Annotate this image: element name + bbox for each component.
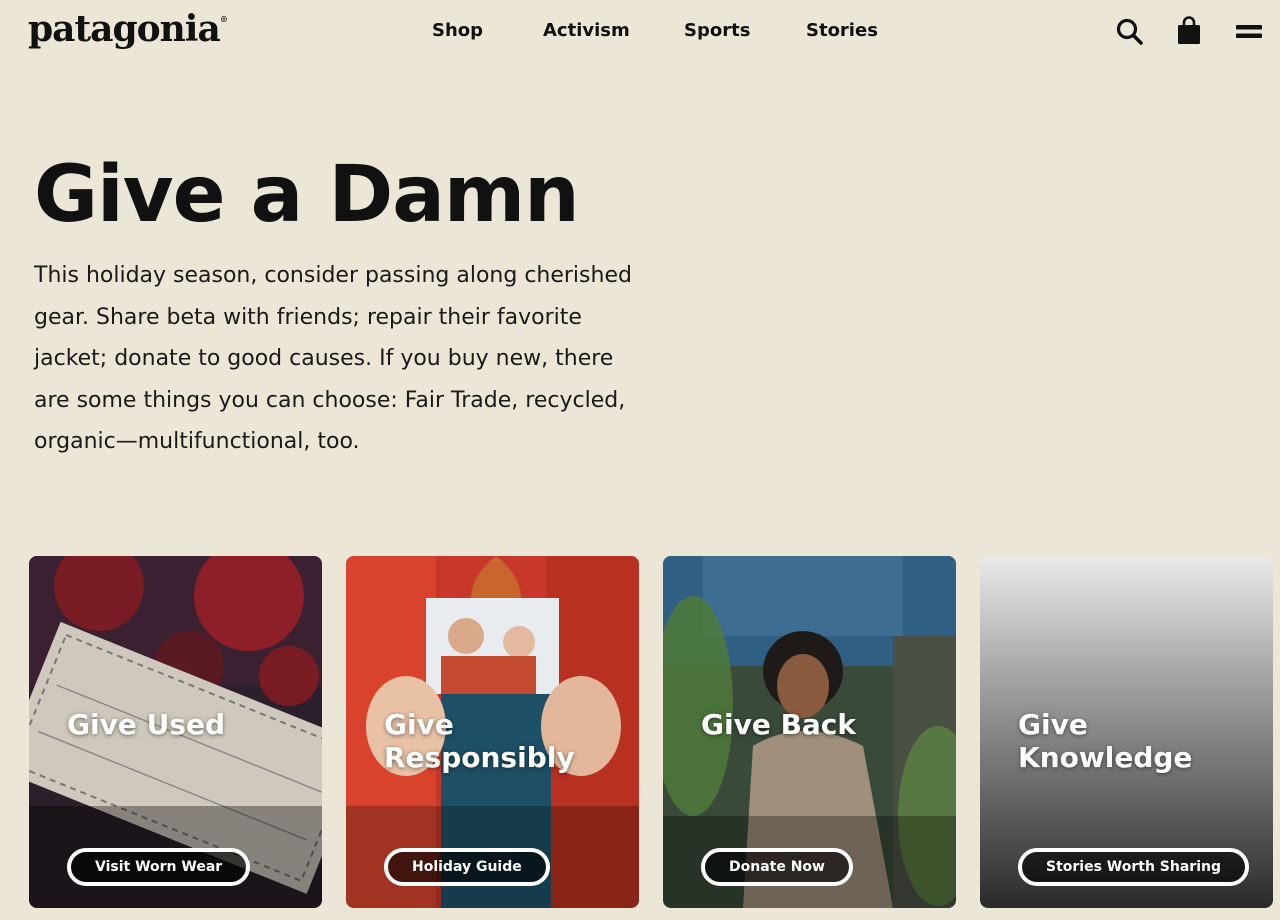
nav-shop[interactable]: Shop: [432, 20, 483, 41]
hero-description-line: This holiday season, consider passing al…: [34, 263, 632, 288]
search-icon[interactable]: [1114, 16, 1144, 46]
main-nav: Shop Activism Sports Stories: [0, 20, 1280, 46]
stories-worth-sharing-button[interactable]: Stories Worth Sharing: [1018, 848, 1249, 886]
donate-now-button[interactable]: Donate Now: [701, 848, 853, 886]
hero-description-line: are some things you can choose: Fair Tra…: [34, 387, 626, 413]
card-give-responsibly[interactable]: Give Responsibly Holiday Guide: [346, 556, 639, 908]
shopping-bag-icon[interactable]: [1174, 16, 1204, 46]
menu-icon[interactable]: [1234, 16, 1264, 46]
nav-stories[interactable]: Stories: [806, 20, 878, 41]
card-title: Give Back: [701, 708, 857, 741]
hero-description-line: organic—multifunctional, too.: [34, 429, 360, 454]
hero-description-line: gear. Share beta with friends; repair th…: [34, 304, 582, 330]
card-give-knowledge[interactable]: Give Knowledge Stories Worth Sharing: [980, 556, 1273, 908]
card-title: Give Responsibly: [384, 708, 575, 774]
card-give-back[interactable]: Give Back Donate Now: [663, 556, 956, 908]
hero-description-line: jacket; donate to good causes. If you bu…: [34, 346, 614, 371]
site-header: patagonia® Shop Activism Sports Stories: [0, 0, 1280, 66]
holiday-guide-button[interactable]: Holiday Guide: [384, 848, 550, 886]
page-title: Give a Damn: [34, 150, 580, 240]
card-title: Give Knowledge: [1018, 708, 1193, 774]
hero-description: This holiday season, consider passing al…: [34, 255, 634, 463]
visit-worn-wear-button[interactable]: Visit Worn Wear: [67, 848, 251, 886]
nav-activism[interactable]: Activism: [543, 20, 630, 41]
nav-sports[interactable]: Sports: [684, 20, 750, 41]
card-title: Give Used: [67, 708, 226, 741]
card-give-used[interactable]: Give Used Visit Worn Wear: [29, 556, 322, 908]
